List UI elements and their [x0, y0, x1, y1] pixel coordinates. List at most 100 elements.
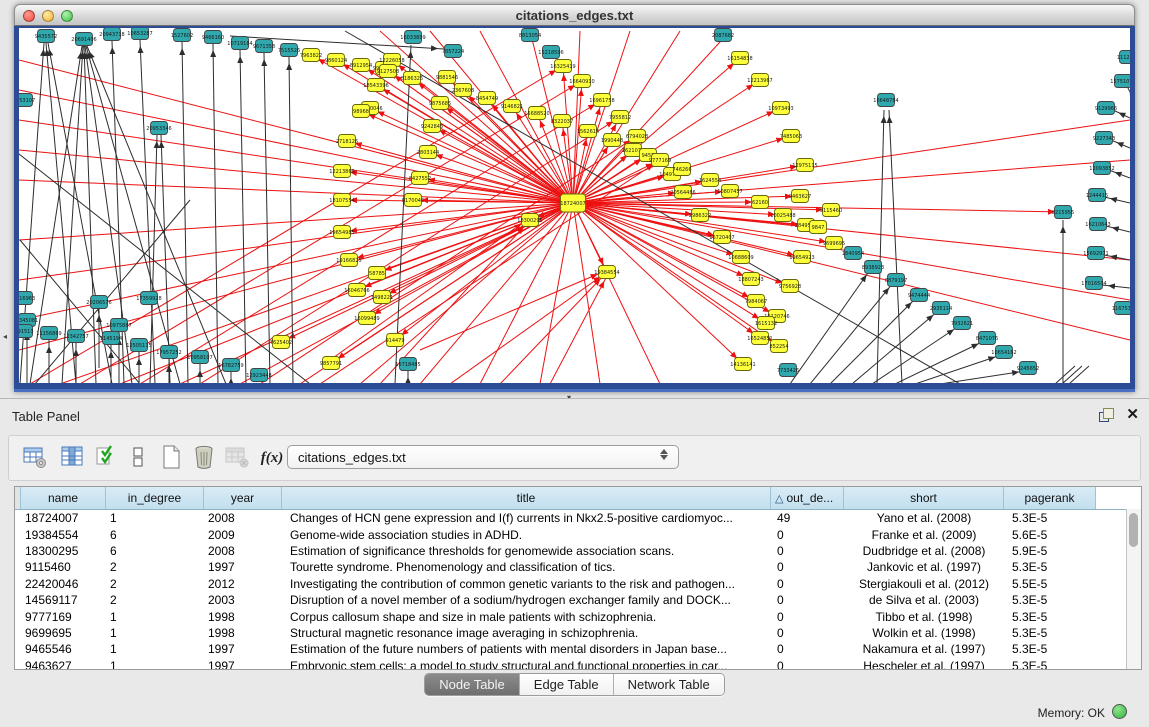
- row-height-button[interactable]: [124, 444, 152, 472]
- cell-year: 2003: [204, 592, 282, 608]
- graph-node-label: 17016504: [1081, 281, 1106, 287]
- cell-out_de: 0: [771, 608, 844, 624]
- graph-node-label: 7857224: [442, 49, 464, 55]
- network-canvas-area[interactable]: 9435572206914062094371810653287152760294…: [19, 28, 1130, 383]
- table-toolbar: f(x) citations_edges.txt: [8, 435, 1141, 481]
- graph-node-label: 1498221: [371, 295, 393, 301]
- graph-node-label: 7515526: [278, 48, 300, 54]
- table-row[interactable]: 1872400712008Changes of HCN gene express…: [15, 510, 1141, 526]
- graph-node-label: 9466160: [202, 35, 224, 41]
- graph-node-label: 1840954: [842, 251, 864, 257]
- cell-in_degree: 1: [106, 608, 204, 624]
- cell-short: Hescheler et al. (1997): [844, 658, 1004, 670]
- table-row[interactable]: 1456911722003Disruption of a novel membe…: [15, 592, 1141, 608]
- new-table-button[interactable]: [157, 444, 185, 472]
- graph-node-label: 7485063: [780, 134, 802, 140]
- graph-node-label: 9463627: [789, 194, 811, 200]
- graph-node-label: 10654162: [991, 350, 1016, 356]
- graph-node-label: 18300295: [517, 218, 542, 224]
- show-column-button[interactable]: [58, 444, 86, 472]
- close-panel-icon[interactable]: ✕: [1126, 408, 1139, 422]
- tab-network-table[interactable]: Network Table: [614, 674, 724, 695]
- cell-year: 1997: [204, 641, 282, 657]
- cell-pagerank: 5.3E-5: [1004, 510, 1096, 526]
- cell-in_degree: 1: [106, 641, 204, 657]
- memory-status-indicator[interactable]: [1112, 704, 1127, 719]
- graph-node-label: 2087682: [712, 33, 734, 39]
- graph-node-label: 852254: [769, 344, 788, 350]
- cell-name: 14569117: [21, 592, 106, 608]
- tab-node-table[interactable]: Node Table: [425, 674, 520, 695]
- graph-node-label: 9857791: [320, 361, 342, 367]
- graph-node-label: 16640910: [569, 79, 594, 85]
- graph-node-label: 7963822: [300, 53, 322, 59]
- vertical-scrollbar[interactable]: [1126, 509, 1141, 669]
- column-header-year[interactable]: year: [204, 487, 282, 509]
- column-header-in_degree[interactable]: in_degree: [106, 487, 204, 509]
- graph-node-label: 15751074: [1110, 79, 1130, 85]
- graph-node-label: 9242845: [421, 124, 443, 130]
- table-row[interactable]: 977716911998Corpus callosum shape and si…: [15, 608, 1141, 624]
- graph-node-label: 1990448: [601, 138, 623, 144]
- cell-year: 2012: [204, 576, 282, 592]
- column-header-name[interactable]: name: [21, 487, 106, 509]
- cell-pagerank: 5.3E-5: [1004, 625, 1096, 641]
- cell-in_degree: 2: [106, 559, 204, 575]
- graph-node-label: 14136141: [730, 362, 755, 368]
- graph-node-label: 19384554: [594, 270, 619, 276]
- graph-node-label: 20943718: [99, 32, 124, 38]
- network-window: citations_edges.txt 94355722069140620943…: [14, 4, 1135, 392]
- table-selector-dropdown[interactable]: citations_edges.txt: [287, 445, 679, 469]
- graph-node-label: 7984067: [745, 299, 767, 305]
- graph-node-label: 15218506: [538, 50, 563, 56]
- table-row[interactable]: 1830029562008Estimation of significance …: [15, 543, 1141, 559]
- table-row[interactable]: 969969511998Structural magnetic resonanc…: [15, 625, 1141, 641]
- network-window-titlebar[interactable]: citations_edges.txt: [14, 4, 1135, 26]
- graph-node-label: 17957252: [156, 350, 181, 356]
- cell-name: 9699695: [21, 625, 106, 641]
- scrollbar-thumb[interactable]: [1129, 513, 1138, 547]
- graph-node-label: 2053107: [19, 98, 35, 104]
- graph-node-label: 17359928: [136, 296, 161, 302]
- graph-node-label: 1145194: [100, 336, 122, 342]
- column-header-short[interactable]: short: [844, 487, 1004, 509]
- table-row[interactable]: 946362711997Embryonic stem cells: a mode…: [15, 658, 1141, 670]
- graph-node-label: 16720407: [709, 235, 734, 241]
- column-header-pagerank[interactable]: pagerank: [1004, 487, 1096, 509]
- column-header-title[interactable]: title: [282, 487, 771, 509]
- function-builder-button[interactable]: f(x): [255, 444, 289, 472]
- cell-title: Estimation of significance thresholds fo…: [282, 543, 771, 559]
- graph-node-label: 18107554: [329, 198, 354, 204]
- table-row[interactable]: 946554611997Estimation of the future num…: [15, 641, 1141, 657]
- column-header-out_de[interactable]: △out_de...: [771, 487, 844, 509]
- cell-out_de: 0: [771, 658, 844, 670]
- graph-node-label: 6879197: [885, 278, 907, 284]
- cell-pagerank: 5.3E-5: [1004, 641, 1096, 657]
- left-splitter-grip[interactable]: ◂: [3, 332, 7, 341]
- cell-in_degree: 1: [106, 510, 204, 526]
- cell-in_degree: 1: [106, 625, 204, 641]
- graph-node-label: 12226058: [379, 58, 404, 64]
- graph-node-label: 1562615: [577, 129, 599, 135]
- graph-node-label: 2986322: [689, 213, 711, 219]
- table-row[interactable]: 911546021997Tourette syndrome. Phenomeno…: [15, 559, 1141, 575]
- graph-node-label: 10025488: [770, 213, 795, 219]
- graph-node-label: 7932621: [951, 321, 973, 327]
- graph-node-label: 9170046: [402, 198, 424, 204]
- graph-node-label: 12213869: [329, 169, 354, 175]
- select-columns-button[interactable]: [93, 444, 121, 472]
- float-panel-icon[interactable]: [1099, 408, 1114, 422]
- tab-edge-table[interactable]: Edge Table: [520, 674, 614, 695]
- network-view-frame: 9435572206914062094371810653287152760294…: [14, 26, 1135, 392]
- memory-status-label: Memory: OK: [1038, 706, 1105, 720]
- table-row[interactable]: 1938455462009Genome-wide association stu…: [15, 526, 1141, 542]
- graph-node-label: 16648784: [873, 98, 898, 104]
- table-selector-value: citations_edges.txt: [298, 450, 406, 465]
- cell-in_degree: 6: [106, 526, 204, 542]
- cell-year: 1997: [204, 559, 282, 575]
- delete-table-button[interactable]: [190, 444, 218, 472]
- table-settings-button[interactable]: [21, 444, 49, 472]
- table-row[interactable]: 2242004622012Investigating the contribut…: [15, 576, 1141, 592]
- graph-node-label: 10973493: [768, 106, 793, 112]
- graph-node-label: 7625402: [270, 340, 292, 346]
